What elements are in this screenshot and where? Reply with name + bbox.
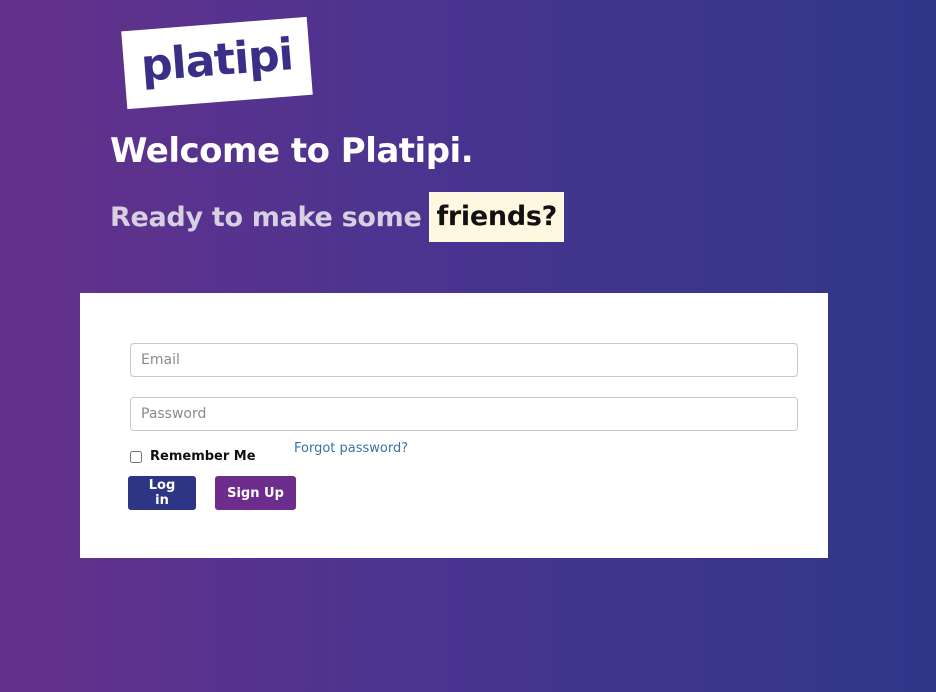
- login-card: Remember Me Forgot password? Log in Sign…: [80, 293, 828, 558]
- login-button[interactable]: Log in: [128, 476, 196, 510]
- email-input[interactable]: [130, 343, 798, 377]
- signup-button[interactable]: Sign Up: [215, 476, 296, 510]
- password-input[interactable]: [130, 397, 798, 431]
- welcome-heading: Welcome to Platipi.: [110, 131, 474, 171]
- remember-me-label: Remember Me: [150, 449, 256, 464]
- tagline-highlight: friends?: [429, 192, 564, 242]
- remember-me-checkbox[interactable]: [130, 450, 142, 463]
- logo-text: platipi: [139, 29, 295, 92]
- forgot-password-link[interactable]: Forgot password?: [294, 441, 408, 456]
- tagline-text: Ready to make some: [110, 201, 422, 233]
- platipi-logo: platipi: [121, 16, 313, 110]
- remember-me[interactable]: Remember Me: [130, 449, 256, 464]
- tagline: Ready to make some friends?: [110, 192, 564, 242]
